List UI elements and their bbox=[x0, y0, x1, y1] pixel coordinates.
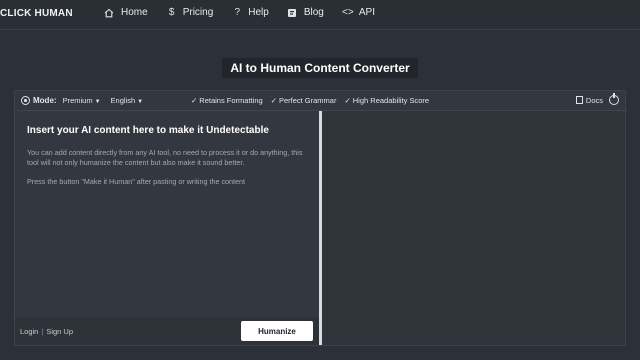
output-pane[interactable] bbox=[322, 111, 625, 345]
mode-dropdown[interactable]: Premium ▼ bbox=[63, 96, 101, 105]
input-footer: Login | Sign Up Humanize bbox=[15, 317, 319, 345]
docs-label: Docs bbox=[585, 95, 603, 105]
nav-pricing[interactable]: $ Pricing bbox=[166, 7, 214, 18]
editor-instructions: You can add content directly from any AI… bbox=[27, 148, 303, 168]
feature-label: Retains Formatting bbox=[199, 96, 263, 105]
top-navbar: CLICK HUMAN Home $ Pricing ? Help Blog <… bbox=[0, 0, 640, 30]
auth-links: Login | Sign Up bbox=[20, 327, 73, 336]
question-icon: ? bbox=[234, 7, 241, 18]
nav-api-label: API bbox=[358, 7, 375, 18]
signup-link[interactable]: Sign Up bbox=[46, 327, 73, 336]
nav-help[interactable]: ? Help bbox=[231, 7, 269, 18]
feature-list: ✓ Retains Formatting ✓ Perfect Grammar ✓ Hi… bbox=[191, 96, 437, 105]
feature-label: Perfect Grammar bbox=[278, 96, 337, 105]
mode-settings: Mode: Premium ▼ English ▼ bbox=[15, 96, 153, 105]
chevron-down-icon: ▼ bbox=[94, 99, 101, 105]
nav-api[interactable]: <> API bbox=[342, 7, 375, 18]
check-icon: ✓ bbox=[270, 96, 277, 105]
converter-toolbar: Mode: Premium ▼ English ▼ ✓ Retains Formatt… bbox=[15, 91, 627, 111]
mode-label: Mode: bbox=[33, 96, 57, 105]
feature-item: ✓ Perfect Grammar bbox=[271, 96, 337, 105]
nav-blog[interactable]: Blog bbox=[287, 7, 324, 18]
dollar-icon: $ bbox=[168, 7, 175, 18]
mode-icon bbox=[21, 96, 30, 105]
converter-panel: Mode: Premium ▼ English ▼ ✓ Retains Formatt… bbox=[14, 90, 627, 346]
editor-hint: Press the button "Make it Human" after p… bbox=[27, 176, 246, 186]
input-editor[interactable]: Insert your AI content here to make it U… bbox=[15, 111, 319, 319]
code-icon: <> bbox=[342, 7, 354, 18]
nav-help-label: Help bbox=[248, 7, 269, 18]
input-pane: Insert your AI content here to make it U… bbox=[15, 111, 319, 345]
check-icon: ✓ bbox=[344, 96, 351, 105]
brand-logo-text[interactable]: CLICK HUMAN bbox=[0, 8, 73, 19]
nav-blog-label: Blog bbox=[303, 7, 324, 18]
home-icon bbox=[104, 8, 116, 18]
feature-label: High Readability Score bbox=[352, 96, 430, 105]
feature-item: ✓ High Readability Score bbox=[344, 96, 429, 105]
mode-value: Premium bbox=[62, 96, 93, 105]
chevron-down-icon: ▼ bbox=[137, 99, 144, 105]
editor-heading: Insert your AI content here to make it U… bbox=[27, 125, 269, 136]
feature-item: ✓ Retains Formatting bbox=[191, 96, 263, 105]
humanize-button[interactable]: Humanize bbox=[241, 321, 313, 341]
check-icon: ✓ bbox=[191, 96, 198, 105]
language-value: English bbox=[110, 96, 136, 105]
docs-button[interactable]: Docs bbox=[575, 95, 603, 105]
auth-separator: | bbox=[41, 327, 44, 336]
blog-icon bbox=[287, 8, 299, 18]
title-area: AI to Human Content Converter bbox=[0, 58, 640, 78]
power-icon[interactable] bbox=[609, 93, 619, 105]
login-link[interactable]: Login bbox=[20, 327, 38, 336]
toolbar-actions: Docs bbox=[575, 93, 619, 105]
language-dropdown[interactable]: English ▼ bbox=[111, 96, 144, 105]
page-title: AI to Human Content Converter bbox=[222, 58, 418, 78]
main-nav: Home $ Pricing ? Help Blog <> API bbox=[104, 7, 393, 18]
nav-home[interactable]: Home bbox=[104, 7, 148, 18]
document-icon bbox=[575, 96, 583, 104]
nav-home-label: Home bbox=[121, 7, 148, 18]
nav-pricing-label: Pricing bbox=[182, 7, 214, 18]
